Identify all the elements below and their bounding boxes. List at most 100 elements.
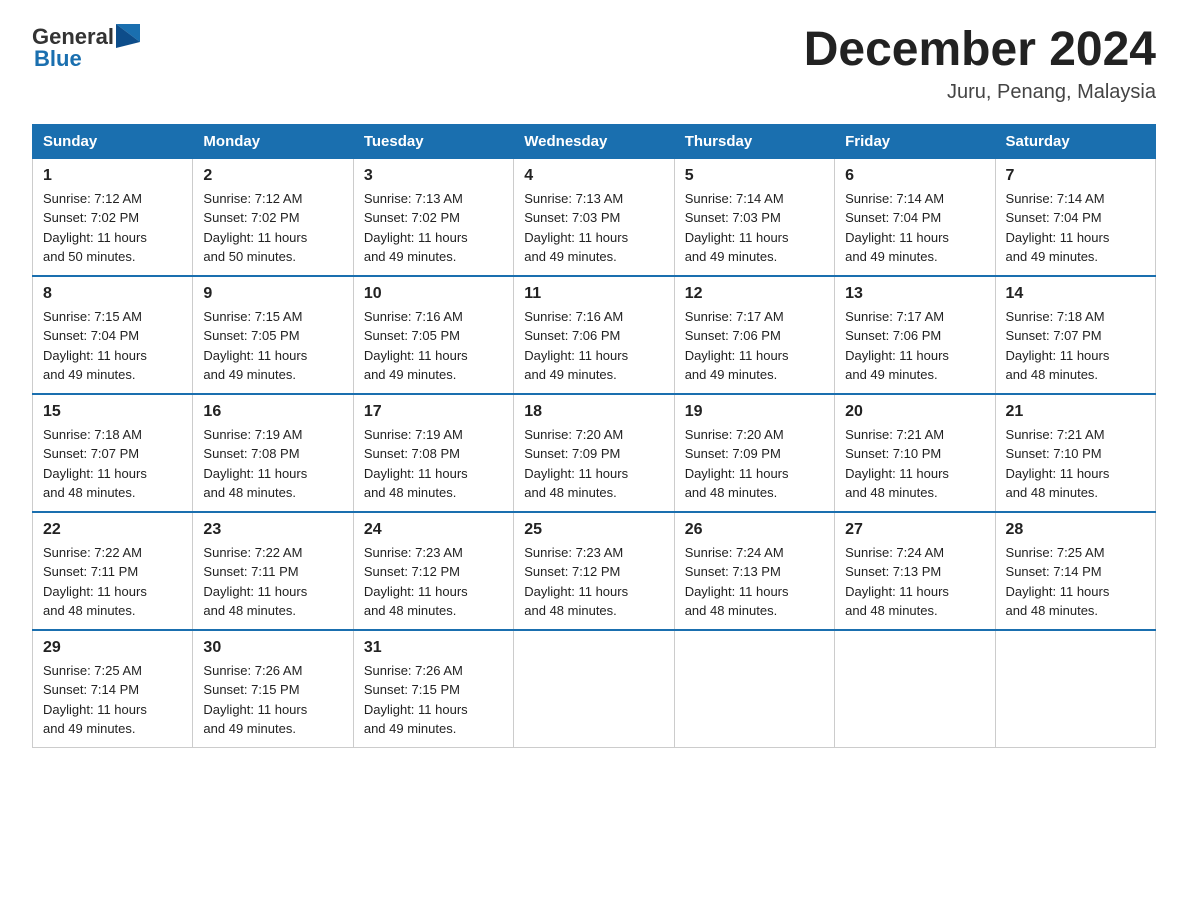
day-number: 8 bbox=[43, 285, 182, 303]
day-number: 14 bbox=[1006, 285, 1145, 303]
weekday-header: Friday bbox=[835, 124, 995, 158]
day-info: Sunrise: 7:16 AMSunset: 7:05 PMDaylight:… bbox=[364, 307, 503, 385]
calendar-cell: 16 Sunrise: 7:19 AMSunset: 7:08 PMDayligh… bbox=[193, 394, 353, 512]
calendar-cell bbox=[835, 630, 995, 748]
calendar-cell: 28 Sunrise: 7:25 AMSunset: 7:14 PMDayligh… bbox=[995, 512, 1155, 630]
calendar-cell: 18 Sunrise: 7:20 AMSunset: 7:09 PMDayligh… bbox=[514, 394, 674, 512]
calendar-cell: 30Sunrise: 7:26 AMSunset: 7:15 PMDayligh… bbox=[193, 630, 353, 748]
day-info: Sunrise: 7:15 AMSunset: 7:05 PMDaylight:… bbox=[203, 307, 342, 385]
calendar-cell: 13 Sunrise: 7:17 AMSunset: 7:06 PMDayligh… bbox=[835, 276, 995, 394]
day-info: Sunrise: 7:18 AMSunset: 7:07 PMDaylight:… bbox=[1006, 307, 1145, 385]
day-info: Sunrise: 7:26 AMSunset: 7:15 PMDaylight:… bbox=[364, 661, 503, 739]
weekday-header: Wednesday bbox=[514, 124, 674, 158]
calendar-cell bbox=[514, 630, 674, 748]
day-number: 2 bbox=[203, 167, 342, 185]
calendar-cell: 6 Sunrise: 7:14 AMSunset: 7:04 PMDaylight… bbox=[835, 158, 995, 276]
day-info: Sunrise: 7:23 AMSunset: 7:12 PMDaylight:… bbox=[364, 543, 503, 621]
calendar-cell: 4 Sunrise: 7:13 AMSunset: 7:03 PMDaylight… bbox=[514, 158, 674, 276]
day-number: 31 bbox=[364, 639, 503, 657]
calendar-cell: 22 Sunrise: 7:22 AMSunset: 7:11 PMDayligh… bbox=[33, 512, 193, 630]
day-number: 13 bbox=[845, 285, 984, 303]
day-info: Sunrise: 7:20 AMSunset: 7:09 PMDaylight:… bbox=[685, 425, 824, 503]
calendar-cell: 27 Sunrise: 7:24 AMSunset: 7:13 PMDayligh… bbox=[835, 512, 995, 630]
day-number: 25 bbox=[524, 521, 663, 539]
calendar-cell bbox=[674, 630, 834, 748]
day-info: Sunrise: 7:22 AMSunset: 7:11 PMDaylight:… bbox=[43, 543, 182, 621]
day-info: Sunrise: 7:26 AMSunset: 7:15 PMDaylight:… bbox=[203, 661, 342, 739]
calendar-cell bbox=[995, 630, 1155, 748]
calendar-cell: 5 Sunrise: 7:14 AMSunset: 7:03 PMDaylight… bbox=[674, 158, 834, 276]
calendar-cell: 20Sunrise: 7:21 AMSunset: 7:10 PMDayligh… bbox=[835, 394, 995, 512]
calendar-cell: 14 Sunrise: 7:18 AMSunset: 7:07 PMDayligh… bbox=[995, 276, 1155, 394]
day-number: 10 bbox=[364, 285, 503, 303]
day-info: Sunrise: 7:23 AMSunset: 7:12 PMDaylight:… bbox=[524, 543, 663, 621]
day-number: 16 bbox=[203, 403, 342, 421]
calendar-cell: 26 Sunrise: 7:24 AMSunset: 7:13 PMDayligh… bbox=[674, 512, 834, 630]
day-info: Sunrise: 7:25 AMSunset: 7:14 PMDaylight:… bbox=[1006, 543, 1145, 621]
calendar-cell: 17Sunrise: 7:19 AMSunset: 7:08 PMDayligh… bbox=[353, 394, 513, 512]
day-info: Sunrise: 7:13 AMSunset: 7:03 PMDaylight:… bbox=[524, 189, 663, 267]
day-number: 22 bbox=[43, 521, 182, 539]
page-header: General Blue December 2024 Juru, Penang,… bbox=[32, 24, 1156, 104]
day-info: Sunrise: 7:14 AMSunset: 7:04 PMDaylight:… bbox=[1006, 189, 1145, 267]
calendar-cell: 7 Sunrise: 7:14 AMSunset: 7:04 PMDaylight… bbox=[995, 158, 1155, 276]
calendar-table: SundayMondayTuesdayWednesdayThursdayFrid… bbox=[32, 124, 1156, 748]
logo-blue-text: Blue bbox=[34, 46, 82, 72]
day-number: 18 bbox=[524, 403, 663, 421]
day-info: Sunrise: 7:17 AMSunset: 7:06 PMDaylight:… bbox=[845, 307, 984, 385]
day-number: 5 bbox=[685, 167, 824, 185]
day-number: 24 bbox=[364, 521, 503, 539]
day-number: 17 bbox=[364, 403, 503, 421]
day-info: Sunrise: 7:18 AMSunset: 7:07 PMDaylight:… bbox=[43, 425, 182, 503]
calendar-cell: 3 Sunrise: 7:13 AMSunset: 7:02 PMDaylight… bbox=[353, 158, 513, 276]
weekday-header: Sunday bbox=[33, 124, 193, 158]
logo: General Blue bbox=[32, 24, 140, 72]
day-info: Sunrise: 7:17 AMSunset: 7:06 PMDaylight:… bbox=[685, 307, 824, 385]
calendar-subtitle: Juru, Penang, Malaysia bbox=[804, 81, 1156, 104]
calendar-cell: 25 Sunrise: 7:23 AMSunset: 7:12 PMDayligh… bbox=[514, 512, 674, 630]
day-info: Sunrise: 7:15 AMSunset: 7:04 PMDaylight:… bbox=[43, 307, 182, 385]
day-info: Sunrise: 7:14 AMSunset: 7:04 PMDaylight:… bbox=[845, 189, 984, 267]
day-number: 27 bbox=[845, 521, 984, 539]
calendar-cell: 21Sunrise: 7:21 AMSunset: 7:10 PMDayligh… bbox=[995, 394, 1155, 512]
weekday-header: Saturday bbox=[995, 124, 1155, 158]
calendar-cell: 29 Sunrise: 7:25 AMSunset: 7:14 PMDayligh… bbox=[33, 630, 193, 748]
day-info: Sunrise: 7:14 AMSunset: 7:03 PMDaylight:… bbox=[685, 189, 824, 267]
day-number: 23 bbox=[203, 521, 342, 539]
day-number: 29 bbox=[43, 639, 182, 657]
calendar-cell: 1Sunrise: 7:12 AMSunset: 7:02 PMDaylight… bbox=[33, 158, 193, 276]
day-number: 20 bbox=[845, 403, 984, 421]
calendar-cell: 11Sunrise: 7:16 AMSunset: 7:06 PMDayligh… bbox=[514, 276, 674, 394]
calendar-title: December 2024 bbox=[804, 24, 1156, 77]
day-number: 26 bbox=[685, 521, 824, 539]
calendar-cell: 12 Sunrise: 7:17 AMSunset: 7:06 PMDayligh… bbox=[674, 276, 834, 394]
day-number: 21 bbox=[1006, 403, 1145, 421]
day-info: Sunrise: 7:24 AMSunset: 7:13 PMDaylight:… bbox=[685, 543, 824, 621]
calendar-cell: 8 Sunrise: 7:15 AMSunset: 7:04 PMDaylight… bbox=[33, 276, 193, 394]
calendar-cell: 24 Sunrise: 7:23 AMSunset: 7:12 PMDayligh… bbox=[353, 512, 513, 630]
day-info: Sunrise: 7:19 AMSunset: 7:08 PMDaylight:… bbox=[203, 425, 342, 503]
title-block: December 2024 Juru, Penang, Malaysia bbox=[804, 24, 1156, 104]
day-number: 3 bbox=[364, 167, 503, 185]
calendar-cell: 15 Sunrise: 7:18 AMSunset: 7:07 PMDayligh… bbox=[33, 394, 193, 512]
day-info: Sunrise: 7:16 AMSunset: 7:06 PMDaylight:… bbox=[524, 307, 663, 385]
day-number: 12 bbox=[685, 285, 824, 303]
day-number: 6 bbox=[845, 167, 984, 185]
day-number: 15 bbox=[43, 403, 182, 421]
calendar-cell: 9Sunrise: 7:15 AMSunset: 7:05 PMDaylight… bbox=[193, 276, 353, 394]
day-number: 28 bbox=[1006, 521, 1145, 539]
weekday-header: Monday bbox=[193, 124, 353, 158]
day-number: 7 bbox=[1006, 167, 1145, 185]
calendar-cell: 2 Sunrise: 7:12 AMSunset: 7:02 PMDaylight… bbox=[193, 158, 353, 276]
day-info: Sunrise: 7:24 AMSunset: 7:13 PMDaylight:… bbox=[845, 543, 984, 621]
day-info: Sunrise: 7:25 AMSunset: 7:14 PMDaylight:… bbox=[43, 661, 182, 739]
day-info: Sunrise: 7:20 AMSunset: 7:09 PMDaylight:… bbox=[524, 425, 663, 503]
weekday-header: Tuesday bbox=[353, 124, 513, 158]
day-info: Sunrise: 7:22 AMSunset: 7:11 PMDaylight:… bbox=[203, 543, 342, 621]
calendar-cell: 31 Sunrise: 7:26 AMSunset: 7:15 PMDayligh… bbox=[353, 630, 513, 748]
day-info: Sunrise: 7:13 AMSunset: 7:02 PMDaylight:… bbox=[364, 189, 503, 267]
day-number: 19 bbox=[685, 403, 824, 421]
calendar-cell: 10 Sunrise: 7:16 AMSunset: 7:05 PMDayligh… bbox=[353, 276, 513, 394]
day-info: Sunrise: 7:12 AMSunset: 7:02 PMDaylight:… bbox=[203, 189, 342, 267]
day-number: 4 bbox=[524, 167, 663, 185]
